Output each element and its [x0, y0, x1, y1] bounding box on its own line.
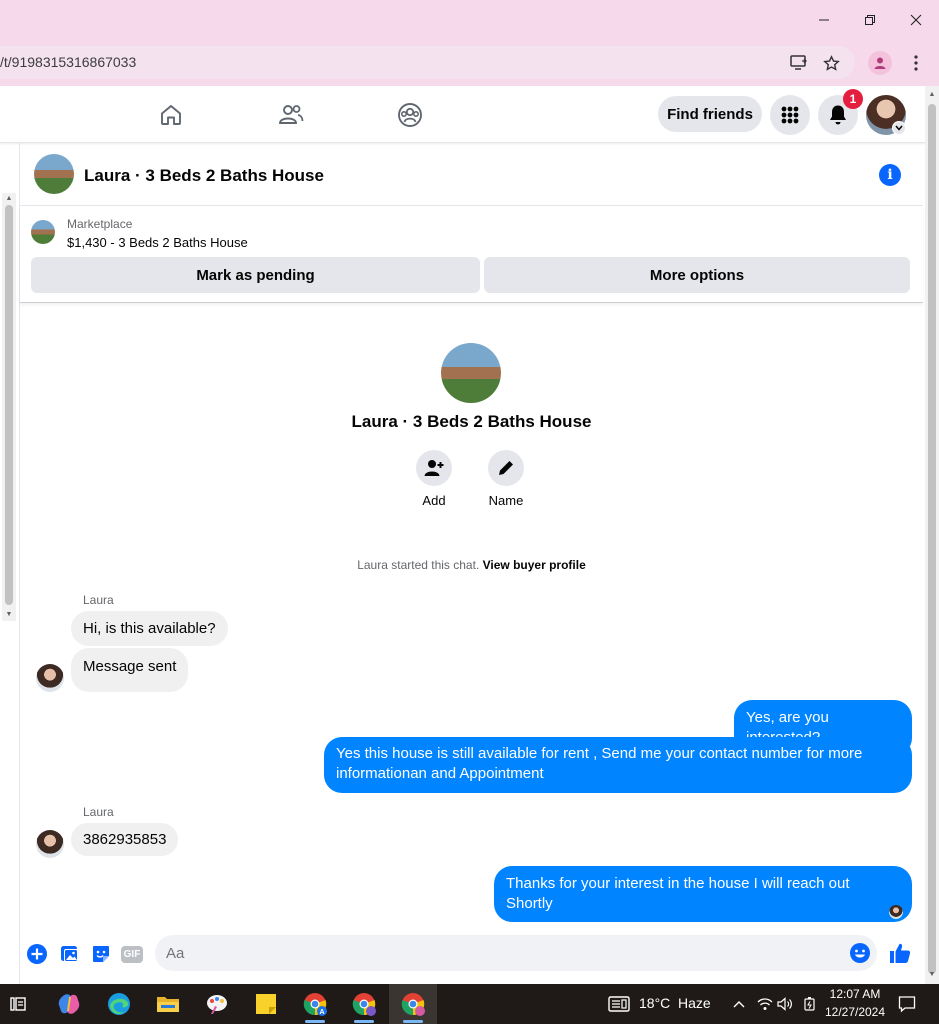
copilot-icon[interactable]: [56, 991, 82, 1017]
bookmark-star-icon[interactable]: [821, 53, 841, 73]
weather-widget-icon[interactable]: [606, 991, 632, 1017]
notification-center-icon[interactable]: [894, 991, 920, 1017]
chrome-profile-a-icon[interactable]: A: [302, 991, 328, 1017]
paint-app-icon[interactable]: [204, 991, 230, 1017]
outgoing-message[interactable]: Yes this house is still available for re…: [324, 737, 912, 793]
running-indicator: [354, 1020, 374, 1023]
find-friends-button[interactable]: Find friends: [658, 96, 762, 132]
friends-icon[interactable]: [278, 102, 304, 128]
battery-icon[interactable]: [797, 991, 823, 1017]
listing-photo-large: [441, 343, 501, 403]
sticker-icon[interactable]: [90, 943, 112, 965]
address-bar-row: /t/9198315316867033: [0, 40, 939, 86]
view-buyer-profile-link[interactable]: View buyer profile: [483, 558, 586, 572]
pencil-icon[interactable]: [488, 450, 524, 486]
message-composer[interactable]: [155, 935, 877, 971]
chrome-profile-b-icon[interactable]: [351, 991, 377, 1017]
clock-time[interactable]: 12:07 AM: [826, 987, 884, 1001]
browser-viewport: Find friends 1 ▲ ▼ Laura · 3 Beds 2 Bath…: [0, 86, 925, 984]
file-explorer-icon[interactable]: [155, 991, 181, 1017]
listing-thumbnail-small[interactable]: [31, 220, 55, 244]
photo-icon[interactable]: [59, 943, 81, 965]
add-action[interactable]: Add: [404, 450, 464, 508]
plus-circle-icon[interactable]: [26, 943, 48, 965]
weather-condition[interactable]: Haze: [678, 995, 711, 1011]
started-text: Laura started this chat.: [357, 558, 480, 572]
running-indicator: [403, 1020, 423, 1023]
chevron-down-icon[interactable]: [892, 121, 906, 135]
weather-temperature[interactable]: 18°C: [639, 995, 670, 1011]
facebook-top-nav: Find friends 1: [0, 86, 925, 143]
sender-avatar[interactable]: [36, 830, 64, 858]
gif-label: GIF: [121, 945, 143, 963]
chat-started-note: Laura started this chat. View buyer prof…: [20, 558, 923, 572]
close-icon[interactable]: [902, 8, 930, 32]
window-titlebar: [0, 0, 939, 40]
notification-count-badge: 1: [843, 89, 863, 109]
message-input[interactable]: [166, 935, 826, 971]
page-scrollbar-thumb[interactable]: [928, 104, 936, 974]
page-scrollbar[interactable]: ▲ ▼: [925, 86, 939, 984]
listing-price-title[interactable]: $1,430 - 3 Beds 2 Baths House: [67, 235, 248, 250]
scroll-up-icon[interactable]: ▲: [5, 195, 13, 203]
chat-title[interactable]: Laura · 3 Beds 2 Baths House: [84, 166, 324, 186]
running-indicator: [305, 1020, 325, 1023]
more-options-button[interactable]: More options: [484, 257, 910, 293]
minimize-icon[interactable]: [810, 8, 838, 32]
listing-thumbnail[interactable]: [34, 154, 74, 194]
inner-scrollbar-thumb[interactable]: [5, 205, 13, 605]
incoming-message[interactable]: Hi, is this available?: [71, 611, 228, 646]
chevron-up-icon[interactable]: [726, 991, 752, 1017]
message-sender: Laura: [83, 593, 114, 607]
add-person-icon[interactable]: [416, 450, 452, 486]
outgoing-message[interactable]: Thanks for your interest in the house I …: [494, 866, 912, 922]
volume-icon[interactable]: [772, 991, 798, 1017]
marketplace-label: Marketplace: [67, 217, 133, 231]
incoming-message[interactable]: 3862935853: [71, 823, 179, 856]
inner-scrollbar[interactable]: ▲ ▼: [2, 193, 16, 621]
intro-title: Laura · 3 Beds 2 Baths House: [351, 412, 592, 431]
sender-avatar[interactable]: [36, 664, 64, 692]
scroll-up-icon[interactable]: ▲: [928, 91, 936, 99]
home-icon[interactable]: [158, 102, 184, 128]
browser-profile-icon[interactable]: [868, 51, 892, 75]
message-sender: Laura: [83, 805, 114, 819]
name-action[interactable]: Name: [476, 450, 536, 508]
scroll-down-icon[interactable]: ▼: [928, 971, 936, 979]
mark-as-pending-button[interactable]: Mark as pending: [31, 257, 480, 293]
svg-text:A: A: [319, 1009, 324, 1016]
menu-grid-icon[interactable]: [770, 95, 810, 135]
info-icon[interactable]: i: [879, 164, 901, 186]
restore-icon[interactable]: [856, 8, 884, 32]
edge-browser-icon[interactable]: [106, 991, 132, 1017]
sticky-notes-icon[interactable]: [253, 991, 279, 1017]
install-app-icon[interactable]: [789, 53, 809, 73]
add-label: Add: [422, 493, 446, 508]
name-label: Name: [488, 493, 524, 508]
thumbs-up-icon[interactable]: [888, 941, 912, 965]
gif-icon[interactable]: GIF: [121, 943, 143, 965]
scroll-down-icon[interactable]: ▼: [5, 611, 13, 619]
marketplace-listing-panel: Marketplace $1,430 - 3 Beds 2 Baths Hous…: [20, 207, 923, 303]
incoming-message[interactable]: Message sent: [71, 648, 189, 692]
left-panel-edge: ▲ ▼: [0, 143, 20, 984]
emoji-icon[interactable]: [849, 942, 871, 964]
windows-taskbar: A 18°C Haze 12:07 AM 12/27/2024: [0, 984, 939, 1024]
address-bar[interactable]: /t/9198315316867033: [0, 46, 855, 79]
url-text[interactable]: /t/9198315316867033: [0, 54, 136, 70]
task-view-icon[interactable]: [6, 991, 32, 1017]
chat-header: Laura · 3 Beds 2 Baths House i: [20, 143, 923, 206]
groups-icon[interactable]: [397, 102, 423, 128]
chrome-profile-c-icon[interactable]: [400, 991, 426, 1017]
seen-indicator-avatar: [889, 905, 903, 919]
clock-date[interactable]: 12/27/2024: [824, 1005, 886, 1019]
browser-menu-icon[interactable]: [908, 52, 924, 74]
